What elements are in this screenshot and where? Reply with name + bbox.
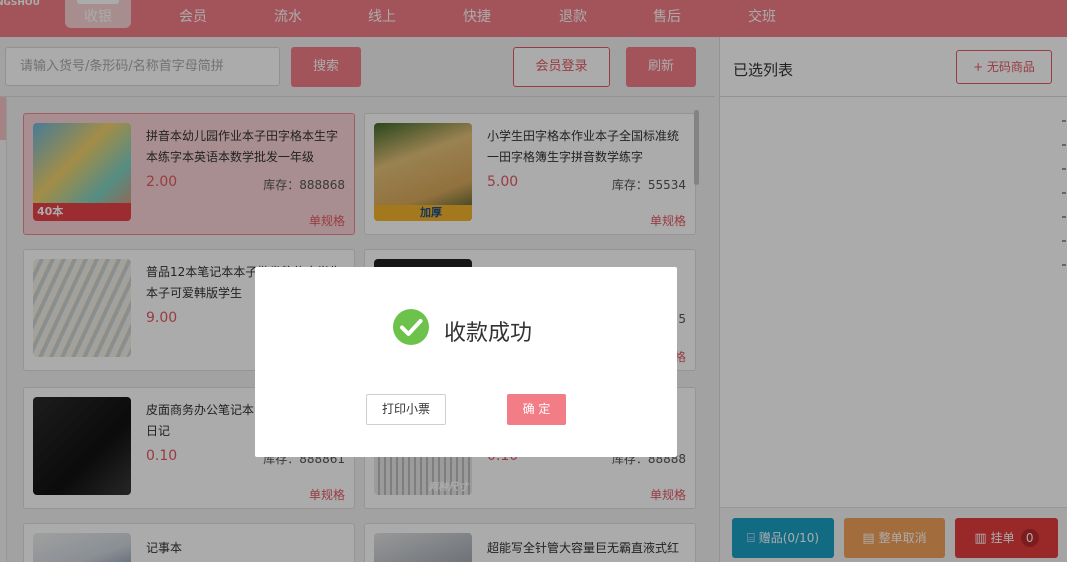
dialog-title: 收款成功 xyxy=(444,321,533,346)
edge-decoration xyxy=(1062,120,1067,320)
print-receipt-button[interactable]: 打印小票 xyxy=(366,394,446,425)
confirm-button[interactable]: 确 定 xyxy=(507,394,566,425)
success-check-icon xyxy=(393,309,429,345)
payment-success-dialog: 收款成功 打印小票 确 定 xyxy=(255,267,677,457)
